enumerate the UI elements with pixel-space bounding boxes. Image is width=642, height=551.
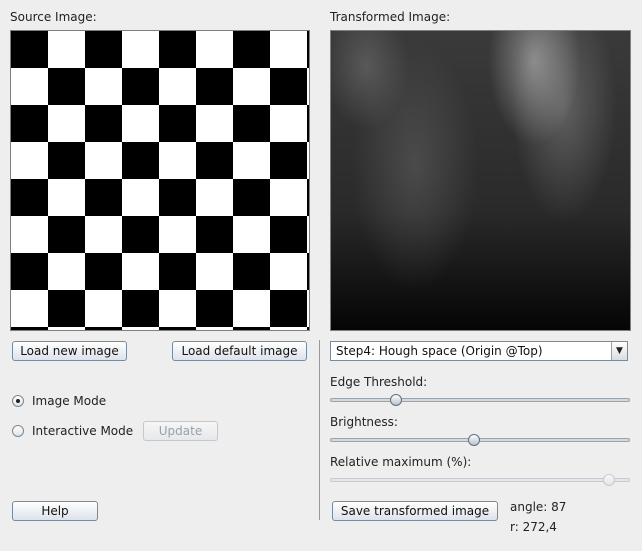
radio-selected-dot bbox=[16, 399, 20, 403]
edge-threshold-track[interactable] bbox=[330, 398, 630, 402]
step-select-value: Step4: Hough space (Origin @Top) bbox=[336, 344, 543, 358]
chevron-down-icon[interactable]: ▼ bbox=[611, 342, 627, 360]
r-readout: r: 272,4 bbox=[510, 520, 557, 534]
brightness-slider[interactable] bbox=[468, 434, 480, 446]
edge-threshold-label: Edge Threshold: bbox=[330, 375, 428, 389]
save-transformed-image-button[interactable]: Save transformed image bbox=[332, 501, 498, 521]
relative-maximum-slider[interactable] bbox=[603, 474, 615, 486]
relative-maximum-track[interactable] bbox=[330, 478, 630, 482]
edge-threshold-slider[interactable] bbox=[390, 394, 402, 406]
image-mode-label: Image Mode bbox=[32, 394, 107, 408]
relative-maximum-label: Relative maximum (%): bbox=[330, 455, 472, 469]
image-mode-radio[interactable] bbox=[12, 395, 24, 407]
angle-readout: angle: 87 bbox=[510, 500, 567, 514]
load-default-image-button[interactable]: Load default image bbox=[172, 341, 307, 361]
transformed-image-title: Transformed Image: bbox=[330, 10, 451, 24]
update-button[interactable]: Update bbox=[143, 421, 218, 441]
brightness-label: Brightness: bbox=[330, 415, 398, 429]
panel-divider bbox=[319, 340, 320, 520]
source-image bbox=[10, 30, 310, 331]
brightness-track[interactable] bbox=[330, 438, 630, 442]
source-image-title: Source Image: bbox=[10, 10, 97, 24]
load-new-image-button[interactable]: Load new image bbox=[12, 341, 127, 361]
interactive-mode-radio[interactable] bbox=[12, 425, 24, 437]
step-select[interactable]: Step4: Hough space (Origin @Top) ▼ bbox=[330, 341, 628, 361]
interactive-mode-label: Interactive Mode bbox=[32, 424, 134, 438]
help-button[interactable]: Help bbox=[12, 501, 98, 521]
transformed-image bbox=[330, 30, 631, 331]
